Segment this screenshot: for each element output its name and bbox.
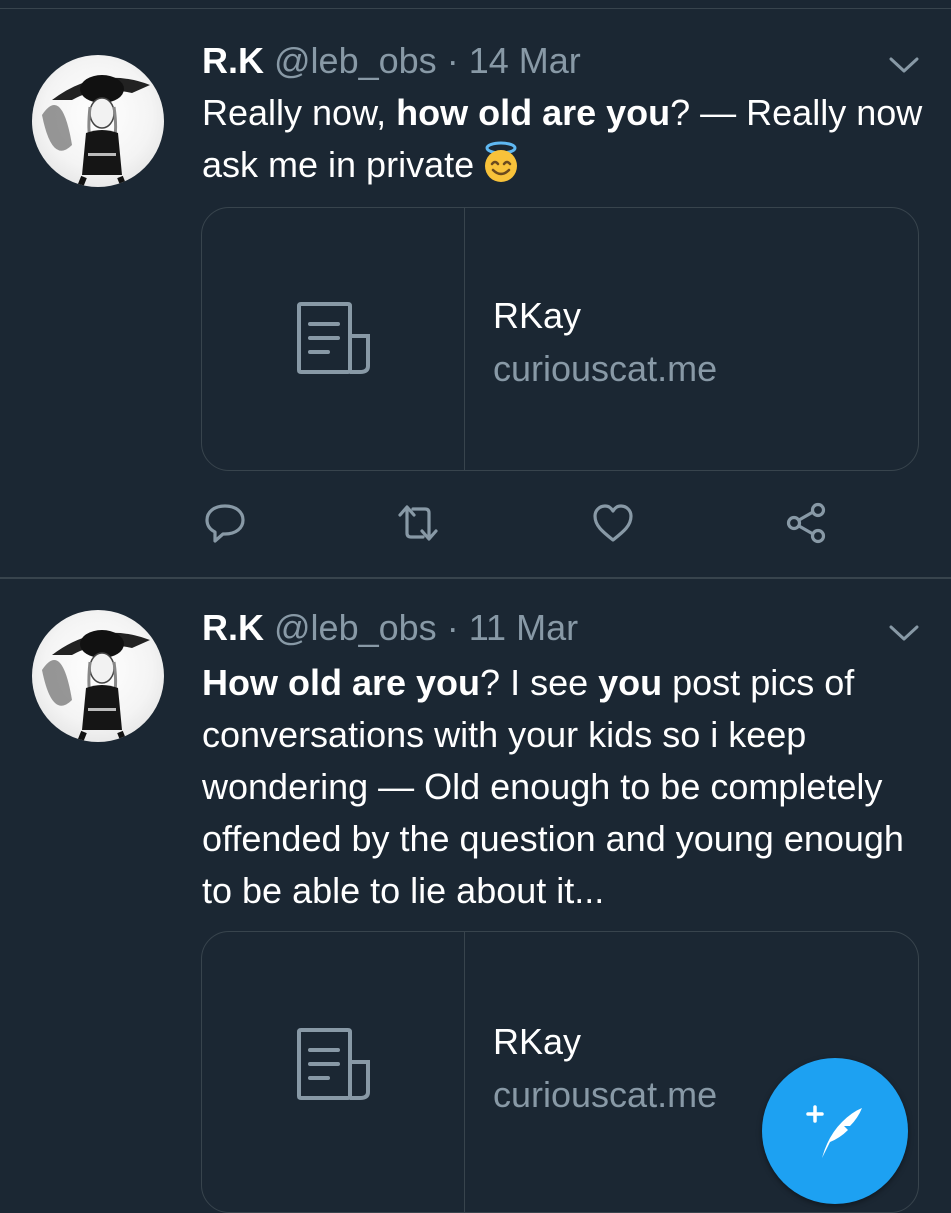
card-title: RKay: [493, 295, 582, 336]
retweet-icon[interactable]: [396, 501, 440, 545]
card-thumbnail: [202, 932, 465, 1212]
avatar[interactable]: [32, 610, 164, 742]
card-thumbnail: [202, 208, 465, 470]
author-handle[interactable]: @leb_obs: [274, 40, 437, 81]
share-icon[interactable]: [784, 501, 828, 545]
tweet-text: How old are you? I see you post pics of …: [202, 662, 904, 911]
card-domain: curiouscat.me: [493, 348, 718, 389]
document-icon: [297, 1028, 370, 1100]
compose-tweet-button[interactable]: [762, 1058, 908, 1204]
link-card[interactable]: RKay curiouscat.me: [201, 207, 919, 471]
smiling-face-with-halo-emoji: [480, 141, 522, 183]
tweet-text: Really now, how old are you? — Really no…: [202, 92, 923, 185]
avatar[interactable]: [32, 55, 164, 187]
chevron-down-icon[interactable]: [887, 623, 921, 643]
tweet-date[interactable]: 11 Mar: [469, 607, 578, 648]
chevron-down-icon[interactable]: [887, 55, 921, 75]
top-divider: [0, 0, 951, 9]
heart-icon[interactable]: [591, 501, 635, 545]
separator: ·: [446, 607, 459, 648]
compose-tweet-icon: [806, 1105, 862, 1158]
author-handle[interactable]: @leb_obs: [274, 607, 437, 648]
document-icon: [297, 302, 370, 374]
tweet-header: R.K @leb_obs · 11 Mar: [202, 608, 578, 648]
tweet[interactable]: R.K @leb_obs · 14 Mar Really now, how ol…: [0, 9, 951, 579]
tweet-date[interactable]: 14 Mar: [469, 40, 581, 81]
author-name[interactable]: R.K: [202, 40, 264, 81]
tweet-header: R.K @leb_obs · 14 Mar: [202, 41, 581, 81]
reply-icon[interactable]: [203, 501, 247, 545]
author-name[interactable]: R.K: [202, 607, 264, 648]
card-title: RKay: [493, 1021, 582, 1062]
tweet-actions: [0, 501, 951, 551]
separator: ·: [446, 40, 459, 81]
card-domain: curiouscat.me: [493, 1074, 718, 1115]
